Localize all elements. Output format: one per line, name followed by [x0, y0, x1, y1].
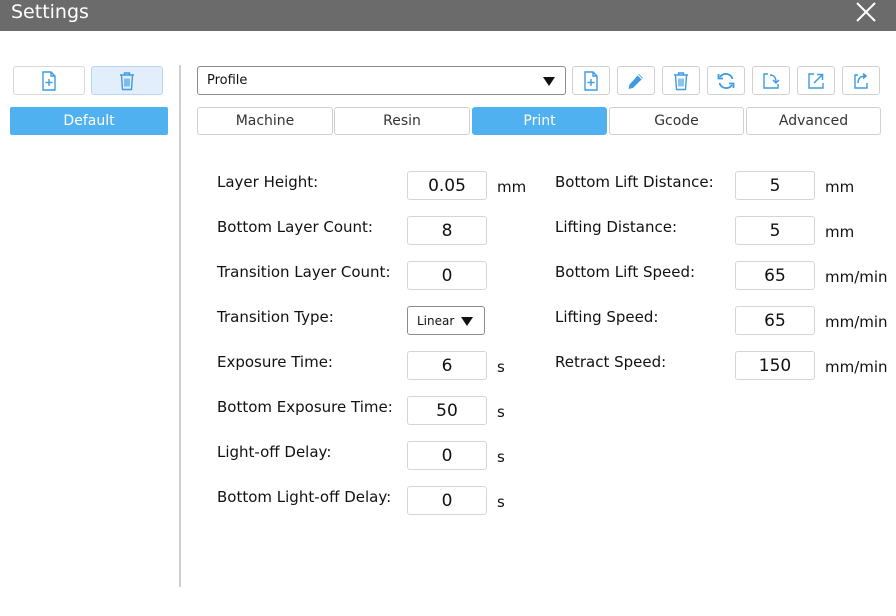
trash-icon	[120, 71, 134, 90]
retract-speed-unit: mm/min	[825, 358, 888, 376]
layer-height-unit: mm	[497, 178, 527, 196]
layer-height-label: Layer Height:	[217, 173, 319, 191]
close-icon	[856, 2, 876, 22]
bottom-layer-count-label: Bottom Layer Count:	[217, 218, 373, 236]
close-button[interactable]	[851, 0, 881, 24]
file-add-icon	[584, 70, 598, 91]
bottom-exposure-time-field[interactable]	[407, 396, 487, 425]
file-add-icon	[42, 70, 56, 91]
lifting-distance-unit: mm	[825, 223, 855, 241]
preset-item-default[interactable]: Default	[10, 107, 168, 135]
bottom-lift-distance-field[interactable]	[735, 171, 815, 200]
lifting-speed-label: Lifting Speed:	[555, 308, 659, 326]
bottom-lift-distance-unit: mm	[825, 178, 855, 196]
import-profile-button[interactable]	[752, 66, 790, 95]
tab-print[interactable]: Print	[472, 107, 607, 135]
reset-profile-button[interactable]	[707, 66, 745, 95]
export-profile-button[interactable]	[797, 66, 835, 95]
transition-type-select[interactable]: Linear	[407, 306, 485, 335]
lifting-distance-label: Lifting Distance:	[555, 218, 678, 236]
transition-layer-count-label: Transition Layer Count:	[217, 263, 391, 281]
light-off-delay-field[interactable]	[407, 441, 487, 470]
tab-advanced[interactable]: Advanced	[746, 107, 881, 135]
pencil-icon	[628, 73, 643, 89]
bottom-light-off-delay-field[interactable]	[407, 486, 487, 515]
rename-profile-button[interactable]	[617, 66, 655, 95]
transition-layer-count-field[interactable]	[407, 261, 487, 290]
bottom-exposure-time-unit: s	[497, 403, 505, 421]
retract-speed-field[interactable]	[735, 351, 815, 380]
window-title: Settings	[11, 1, 89, 23]
bottom-lift-speed-field[interactable]	[735, 261, 815, 290]
lifting-speed-unit: mm/min	[825, 313, 888, 331]
new-profile-button[interactable]	[572, 66, 610, 95]
light-off-delay-label: Light-off Delay:	[217, 443, 332, 461]
share-profile-button[interactable]	[842, 66, 880, 95]
sidebar-divider	[179, 65, 181, 587]
import-icon	[763, 72, 780, 89]
trash-icon	[674, 71, 688, 90]
add-preset-button[interactable]	[13, 66, 85, 95]
exposure-time-unit: s	[497, 358, 505, 376]
tab-machine[interactable]: Machine	[197, 107, 333, 135]
bottom-layer-count-field[interactable]	[407, 216, 487, 245]
caret-down-icon	[461, 317, 473, 326]
exposure-time-label: Exposure Time:	[217, 353, 333, 371]
lifting-speed-field[interactable]	[735, 306, 815, 335]
transition-type-value: Linear	[417, 314, 455, 328]
share-icon	[854, 72, 868, 89]
bottom-light-off-delay-unit: s	[497, 493, 505, 511]
exposure-time-field[interactable]	[407, 351, 487, 380]
bottom-lift-distance-label: Bottom Lift Distance:	[555, 173, 714, 191]
profile-select[interactable]: Profile	[197, 66, 566, 95]
retract-speed-label: Retract Speed:	[555, 353, 667, 371]
tab-resin[interactable]: Resin	[334, 107, 470, 135]
bottom-exposure-time-label: Bottom Exposure Time:	[217, 398, 393, 416]
bottom-lift-speed-label: Bottom Lift Speed:	[555, 263, 696, 281]
profile-select-value: Profile	[207, 73, 248, 88]
caret-down-icon	[543, 77, 555, 86]
transition-type-label: Transition Type:	[217, 308, 334, 326]
title-bar: Settings	[0, 0, 896, 31]
delete-profile-button[interactable]	[662, 66, 700, 95]
bottom-lift-speed-unit: mm/min	[825, 268, 888, 286]
tab-gcode[interactable]: Gcode	[609, 107, 744, 135]
light-off-delay-unit: s	[497, 448, 505, 466]
export-icon	[808, 72, 824, 89]
refresh-icon	[717, 72, 735, 89]
bottom-light-off-delay-label: Bottom Light-off Delay:	[217, 488, 392, 506]
delete-preset-button[interactable]	[91, 66, 163, 95]
lifting-distance-field[interactable]	[735, 216, 815, 245]
layer-height-field[interactable]	[407, 171, 487, 200]
